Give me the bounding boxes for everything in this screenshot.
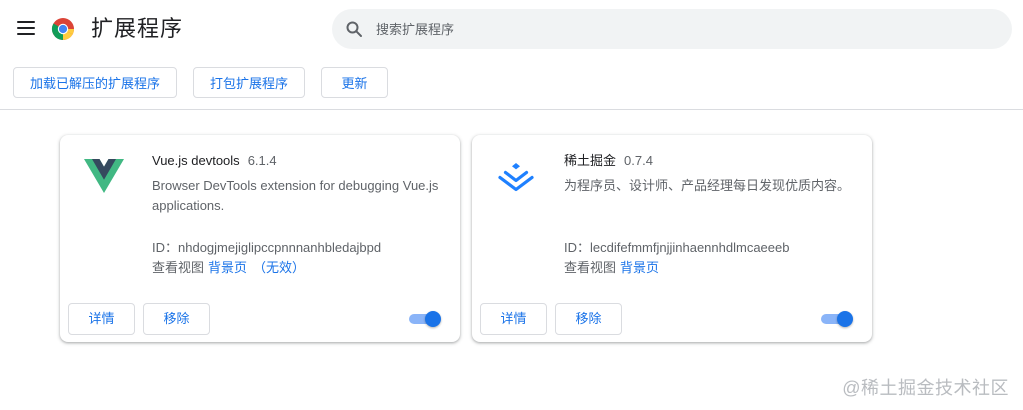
inspect-views: 查看视图 背景页 — [564, 259, 659, 277]
extension-card-vue-devtools: Vue.js devtools 6.1.4 Browser DevTools ex… — [60, 135, 460, 342]
details-button[interactable]: 详情 — [480, 303, 547, 335]
inactive-note: （无效） — [253, 260, 306, 275]
extension-id-value: nhdogjmejiglipccpnnnanhbledajbpd — [178, 240, 382, 255]
inspect-views-label: 查看视图 — [564, 260, 617, 275]
background-page-link[interactable]: 背景页 — [620, 260, 659, 275]
extension-id-label: ID： — [152, 240, 179, 255]
search-input[interactable] — [376, 9, 996, 49]
search-icon — [346, 21, 362, 37]
search-box[interactable] — [332, 9, 1012, 49]
card-actions: 详情 移除 — [472, 303, 872, 342]
extension-title: 稀土掘金 — [564, 153, 617, 168]
header: 扩展程序 — [0, 0, 1023, 58]
toolbar-divider — [0, 109, 1023, 110]
extension-version: 6.1.4 — [247, 153, 277, 168]
enable-toggle[interactable] — [821, 311, 853, 327]
page-title: 扩展程序 — [91, 16, 184, 41]
card-actions: 详情 移除 — [60, 303, 460, 342]
pack-extension-button[interactable]: 打包扩展程序 — [193, 67, 305, 98]
inspect-views: 查看视图 背景页 （无效） — [152, 259, 305, 277]
extension-title: Vue.js devtools — [152, 153, 240, 168]
extension-id-label: ID： — [564, 240, 591, 255]
toggle-knob — [837, 311, 853, 327]
chrome-logo-icon — [51, 18, 74, 40]
toggle-knob — [425, 311, 441, 327]
extension-description: 为程序员、设计师、产品经理每日发现优质内容。 — [564, 178, 851, 193]
update-button[interactable]: 更新 — [321, 67, 388, 98]
vue-logo-icon — [84, 159, 124, 193]
inspect-views-label: 查看视图 — [152, 260, 205, 275]
toolbar: 加载已解压的扩展程序 打包扩展程序 更新 — [0, 66, 1023, 110]
juejin-logo-icon — [498, 163, 534, 192]
extension-name: Vue.js devtools 6.1.4 — [152, 152, 277, 170]
remove-button[interactable]: 移除 — [143, 303, 210, 335]
extension-id-value: lecdifefmmfjnjjinhaennhdlmcaeeeb — [590, 240, 790, 255]
watermark: @稀土掘金技术社区 — [842, 378, 1009, 398]
extension-name: 稀土掘金 0.7.4 — [564, 152, 653, 170]
extensions-page: 扩展程序 加载已解压的扩展程序 打包扩展程序 更新 Vue.js devtool… — [0, 0, 1023, 410]
remove-button[interactable]: 移除 — [555, 303, 622, 335]
extension-version: 0.7.4 — [624, 153, 653, 168]
background-page-link[interactable]: 背景页 — [208, 260, 247, 275]
menu-icon[interactable] — [17, 21, 35, 35]
enable-toggle[interactable] — [409, 311, 441, 327]
extension-description: Browser DevTools extension for debugging… — [152, 178, 439, 213]
extension-card-juejin: 稀土掘金 0.7.4 为程序员、设计师、产品经理每日发现优质内容。 ID：lecd… — [472, 135, 872, 342]
extension-id: ID：nhdogjmejiglipccpnnnanhbledajbpd — [152, 239, 381, 257]
extension-id: ID：lecdifefmmfjnjjinhaennhdlmcaeeeb — [564, 239, 789, 257]
details-button[interactable]: 详情 — [68, 303, 135, 335]
load-unpacked-button[interactable]: 加载已解压的扩展程序 — [13, 67, 177, 98]
